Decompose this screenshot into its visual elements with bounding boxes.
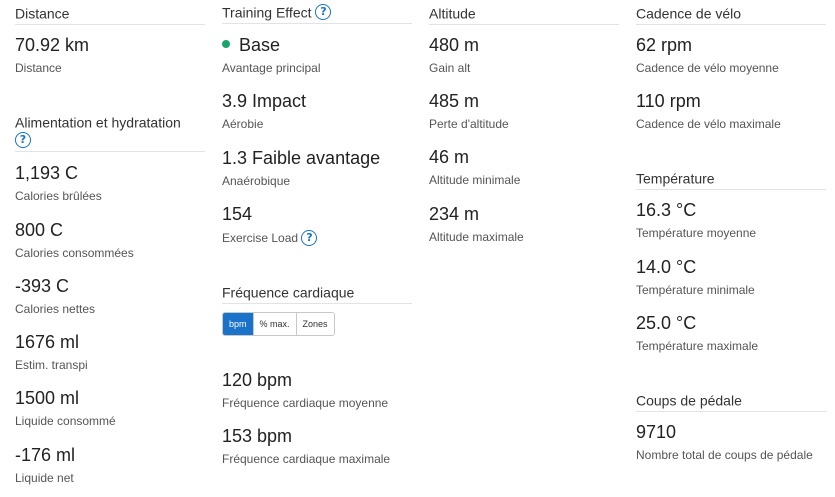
stat-value: 485 m [429,91,480,111]
help-icon[interactable]: ? [315,4,332,21]
stat-avg-cadence: 62 rpm Cadence de vélo moyenne [636,35,779,75]
help-icon[interactable]: ? [15,131,31,148]
stat-avg-heart-rate: 120 bpm Fréquence cardiaque moyenne [222,370,388,410]
stat-value: 62 rpm [636,35,693,55]
stat-value: 800 C [15,220,64,240]
stat-label: Calories consommées [15,246,134,260]
stat-value-row: Base [222,35,321,56]
stat-label: Fréquence cardiaque moyenne [222,396,389,410]
stat-value: Base [239,35,281,55]
stat-label: Calories brûlées [15,189,102,203]
cadence-section-header: Cadence de vélo [636,4,826,26]
tab-percent-max[interactable]: % max. [252,313,296,335]
stat-max-heart-rate: 153 bpm Fréquence cardiaque maximale [222,426,390,466]
nutrition-section-title: Alimentation et hydratation [15,114,181,131]
stat-altitude-max: 234 m Altitude maximale [429,204,524,244]
stat-label: Calories nettes [15,302,96,316]
heart-rate-section-header: Fréquence cardiaque [222,283,412,305]
stat-label: Température minimale [636,283,755,297]
stat-value: 110 rpm [636,91,701,111]
tab-zones[interactable]: Zones [295,313,334,335]
stat-value: 234 m [429,204,480,224]
stat-label: Température moyenne [636,226,757,240]
stat-primary-benefit: Base Avantage principal [222,35,321,75]
stat-label: Distance [15,61,62,75]
stat-value: 1676 ml [15,332,80,352]
training-effect-section-header: Training Effect ? [222,3,412,25]
stat-label: Altitude minimale [429,173,521,187]
stat-label: Cadence de vélo maximale [636,117,781,131]
stat-label: Fréquence cardiaque maximale [222,452,391,466]
stat-label: Estim. transpi [15,358,88,372]
stat-value: 25.0 °C [636,313,697,333]
altitude-section-title: Altitude [429,5,476,22]
stat-value: 3.9 Impact [222,91,307,111]
stat-altitude-loss: 485 m Perte d'altitude [429,91,509,131]
stat-min-temperature: 14.0 °C Température minimale [636,257,755,297]
pedal-strokes-section-header: Coups de pédale [636,391,826,413]
stat-value: 480 m [429,35,480,55]
stat-anaerobic: 1.3 Faible avantage Anaérobique [222,148,380,188]
stat-label: Nombre total de coups de pédale [636,448,813,462]
stat-value: 1500 ml [15,388,80,408]
stat-label: Température maximale [636,339,759,353]
stat-label: Cadence de vélo moyenne [636,61,779,75]
stat-label: Liquide consommé [15,414,116,428]
stat-sweat-estimate: 1676 ml Estim. transpi [15,332,88,372]
distance-section-header: Distance [15,4,205,26]
pedal-strokes-section-title: Coups de pédale [636,392,742,409]
stat-value: 70.92 km [15,35,90,55]
stat-label: Gain alt [429,61,471,75]
stat-label: Altitude maximale [429,230,524,244]
stat-fluid-consumed: 1500 ml Liquide consommé [15,388,116,428]
stat-avg-temperature: 16.3 °C Température moyenne [636,200,756,240]
stat-altitude-gain: 480 m Gain alt [429,35,479,75]
temperature-section-header: Température [636,169,826,191]
stat-altitude-min: 46 m Altitude minimale [429,147,520,187]
tab-bpm[interactable]: bpm [223,313,253,335]
stat-label: Liquide net [15,471,74,485]
stat-label: Aérobie [222,117,264,131]
altitude-section-header: Altitude [429,4,619,26]
stat-max-temperature: 25.0 °C Température maximale [636,313,758,353]
stat-max-cadence: 110 rpm Cadence de vélo maximale [636,91,781,131]
stat-value: 14.0 °C [636,257,697,277]
stat-label: Perte d'altitude [429,117,509,131]
stat-exercise-load: 154 Exercise Load ? [222,204,318,246]
green-dot-icon [222,40,230,49]
nutrition-help-row: ? [15,131,205,152]
temperature-section-title: Température [636,170,715,187]
stat-total-pedal-strokes: 9710 Nombre total de coups de pédale [636,422,813,462]
training-effect-section-title: Training Effect [222,4,312,21]
stat-net-calories: -393 C Calories nettes [15,276,95,316]
stat-value: 16.3 °C [636,200,697,220]
stat-calories-burned: 1,193 C Calories brûlées [15,163,102,203]
stat-label: Anaérobique [222,174,291,188]
stat-value: 9710 [636,422,677,442]
stat-label: Exercise Load [222,231,299,245]
distance-section-title: Distance [15,5,70,22]
stat-aerobic: 3.9 Impact Aérobie [222,91,306,131]
stat-value: 153 bpm [222,426,293,446]
stat-value: 120 bpm [222,370,293,390]
stat-label-row: Exercise Load ? [222,230,318,246]
heart-rate-section-title: Fréquence cardiaque [222,284,355,301]
stat-value: 154 [222,204,253,224]
stat-value: 46 m [429,147,470,167]
stat-distance: 70.92 km Distance [15,35,89,75]
stat-value: 1.3 Faible avantage [222,148,381,168]
help-icon[interactable]: ? [301,230,318,246]
stat-value: -176 ml [15,445,76,465]
stat-net-fluid: -176 ml Liquide net [15,445,75,485]
cadence-section-title: Cadence de vélo [636,5,742,22]
heart-rate-unit-toggle: bpm % max. Zones [222,312,335,336]
stat-calories-consumed: 800 C Calories consommées [15,220,134,260]
stat-label: Avantage principal [222,61,321,75]
stat-value: -393 C [15,276,70,296]
stat-value: 1,193 C [15,163,79,183]
